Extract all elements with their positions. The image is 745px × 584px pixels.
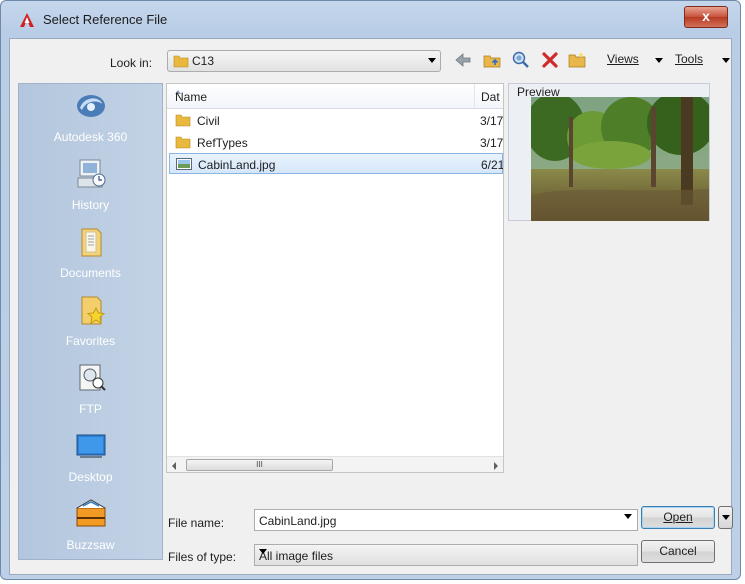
list-item[interactable]: Civil 3/17 [169, 110, 503, 131]
tools-dropdown-arrow-icon[interactable] [722, 58, 730, 63]
look-in-label: Look in: [110, 56, 153, 70]
image-file-icon [176, 158, 192, 170]
back-icon[interactable] [453, 50, 473, 70]
dialog-client-area: Look in: C13 Views Tools Autodesk 360 Hi… [9, 38, 733, 575]
open-options-dropdown[interactable] [718, 506, 733, 529]
ftp-icon [79, 364, 106, 391]
views-menu-button[interactable]: Views [607, 52, 639, 66]
cancel-button[interactable]: Cancel [641, 540, 715, 563]
chevron-down-icon [722, 515, 730, 520]
preview-label: Preview [517, 85, 560, 99]
folder-icon [175, 114, 191, 127]
place-autodesk-360[interactable]: Autodesk 360 [19, 90, 162, 152]
chevron-down-icon [428, 58, 436, 63]
places-sidebar: Autodesk 360 History Documents Favorites… [18, 83, 163, 560]
files-of-type-dropdown[interactable]: All image files [254, 544, 638, 566]
new-folder-icon[interactable] [567, 50, 587, 70]
files-of-type-label: Files of type: [168, 550, 237, 564]
place-desktop[interactable]: Desktop [19, 430, 162, 492]
views-dropdown-arrow-icon[interactable] [655, 58, 663, 63]
title-bar[interactable]: Select Reference File x [1, 1, 740, 37]
place-label: FTP [79, 402, 102, 416]
file-list-header: Name Dat [167, 84, 503, 109]
favorites-icon [81, 296, 106, 325]
preview-image [531, 97, 709, 221]
select-reference-file-dialog: Select Reference File x Look in: C13 Vie… [0, 0, 741, 580]
autodesk-360-icon [77, 95, 105, 117]
buzzsaw-icon [76, 499, 106, 527]
place-favorites[interactable]: Favorites [19, 294, 162, 356]
file-name-input[interactable]: CabinLand.jpg [254, 509, 638, 531]
file-name-label: File name: [168, 516, 225, 530]
list-item-selected[interactable]: CabinLand.jpg 6/21 [169, 153, 503, 174]
place-ftp[interactable]: FTP [19, 362, 162, 424]
scrollbar-thumb[interactable]: III [186, 459, 333, 471]
folder-icon [173, 55, 189, 68]
up-folder-icon[interactable] [482, 50, 502, 70]
open-button[interactable]: Open [641, 506, 715, 529]
place-label: Documents [60, 266, 121, 280]
place-label: Buzzsaw [66, 538, 115, 552]
documents-icon [81, 228, 102, 257]
horizontal-scrollbar[interactable]: III [167, 456, 503, 472]
list-item[interactable]: RefTypes 3/17 [169, 132, 503, 153]
window-title: Select Reference File [43, 12, 168, 27]
search-web-icon[interactable] [511, 50, 531, 70]
scroll-right-icon[interactable] [494, 462, 498, 470]
place-label: History [71, 198, 110, 212]
autocad-logo-icon [20, 13, 34, 27]
column-header-date[interactable]: Dat [481, 90, 500, 104]
chevron-down-icon [259, 549, 267, 554]
place-label: Favorites [65, 334, 116, 348]
history-icon [77, 159, 106, 188]
folder-icon [175, 136, 191, 149]
delete-icon[interactable] [540, 50, 560, 70]
chevron-down-icon[interactable] [624, 514, 632, 519]
tools-menu-button[interactable]: Tools [675, 52, 703, 66]
close-button[interactable]: x [684, 6, 728, 28]
look-in-value: C13 [192, 54, 215, 68]
place-documents[interactable]: Documents [19, 226, 162, 288]
file-list[interactable]: Name Dat Civil 3/17 RefTypes 3/17 CabinL… [166, 83, 504, 473]
column-header-name[interactable]: Name [167, 84, 475, 108]
place-buzzsaw[interactable]: Buzzsaw [19, 498, 162, 560]
place-label: Autodesk 360 [53, 130, 128, 144]
preview-panel [508, 83, 710, 221]
look-in-dropdown[interactable]: C13 [167, 50, 441, 72]
desktop-icon [76, 434, 106, 458]
place-label: Desktop [68, 470, 113, 484]
place-history[interactable]: History [19, 158, 162, 220]
scroll-left-icon[interactable] [172, 462, 176, 470]
